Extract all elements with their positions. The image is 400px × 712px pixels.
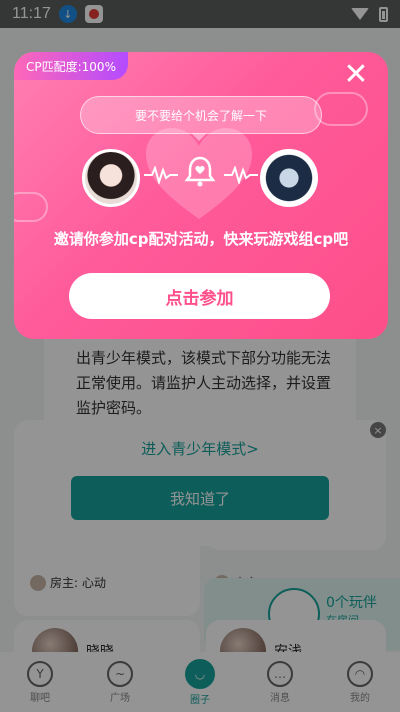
tab-label: 聊吧 xyxy=(30,692,50,704)
battery-icon xyxy=(379,6,388,22)
match-badge: CP匹配度:100% xyxy=(14,52,128,80)
tab-label: 我的 xyxy=(350,692,370,704)
tab-label: 消息 xyxy=(270,692,290,704)
host-label: 房主: xyxy=(50,576,79,590)
invite-text: 邀请你参加cp配对活动，快来玩游戏组cp吧 xyxy=(53,230,349,248)
room-host: 房主: 心动 xyxy=(30,574,106,591)
wifi-icon xyxy=(351,8,369,20)
heartbeat-right-icon xyxy=(224,166,258,184)
bubble-text: 要不要给个机会了解一下 xyxy=(134,108,267,123)
cp-invite-popup: CP匹配度:100% ✕ 要不要给个机会了解一下 邀请你参加cp配对活动，快来玩… xyxy=(14,52,388,339)
bell-icon xyxy=(184,156,216,187)
status-time: 11:17 xyxy=(12,5,51,22)
tab-profile[interactable]: ◠ 我的 xyxy=(330,660,390,704)
square-icon: ~ xyxy=(107,660,133,687)
tab-message[interactable]: … 消息 xyxy=(250,660,310,704)
status-bar: 11:17 ↓ xyxy=(0,0,400,28)
profile-icon: ◠ xyxy=(347,660,373,687)
app-notification-icon xyxy=(84,5,103,23)
tab-chat[interactable]: Y 聊吧 xyxy=(10,660,70,704)
youth-mode-text: 出青少年模式，该模式下部分功能无法正常使用。请监护人主动选择，并设置监护密码。 xyxy=(76,349,332,417)
female-avatar xyxy=(82,149,140,207)
join-button[interactable]: 点击参加 xyxy=(69,273,330,319)
male-avatar xyxy=(260,149,318,207)
tab-square[interactable]: ~ 广场 xyxy=(90,660,150,704)
close-banner-icon[interactable]: × xyxy=(370,422,386,438)
host-name: 心动 xyxy=(82,576,107,590)
youth-mode-dialog: 出青少年模式，该模式下部分功能无法正常使用。请监护人主动选择，并设置监护密码。 … xyxy=(44,320,356,546)
players-count: 0个玩伴 xyxy=(326,595,377,611)
i-know-button[interactable]: 我知道了 xyxy=(71,476,329,520)
host-avatar xyxy=(30,574,46,591)
download-icon: ↓ xyxy=(58,5,77,23)
tab-label: 广场 xyxy=(110,692,130,704)
enter-youth-mode-link[interactable]: 进入青少年模式> xyxy=(44,438,356,459)
chat-icon: Y xyxy=(27,660,53,687)
tab-circle[interactable]: ◡ 圈子 xyxy=(170,658,230,706)
message-icon: … xyxy=(267,660,293,687)
heartbeat-left-icon xyxy=(144,166,178,184)
circle-icon: ◡ xyxy=(185,658,215,689)
bottom-tab-bar: Y 聊吧 ~ 广场 ◡ 圈子 … 消息 ◠ 我的 xyxy=(0,652,400,712)
tab-label: 圈子 xyxy=(190,694,210,706)
close-icon[interactable]: ✕ xyxy=(342,60,370,90)
